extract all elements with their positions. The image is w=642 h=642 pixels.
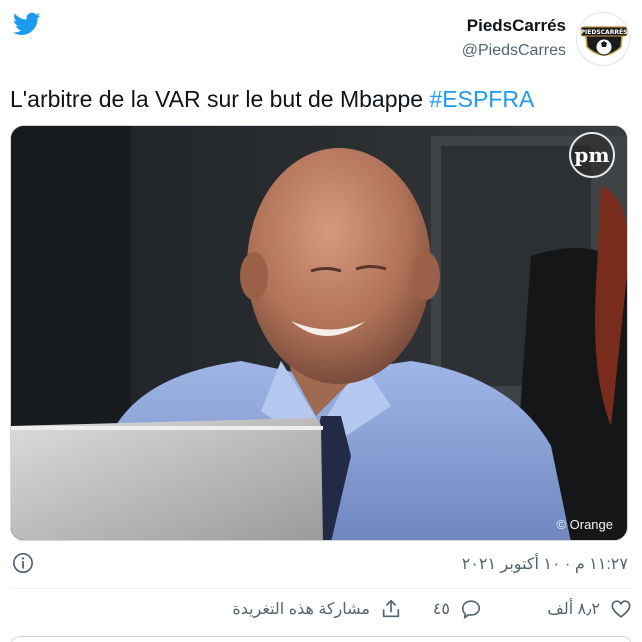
reply-bubble-icon: [461, 600, 481, 619]
like-count: ٨٫٢ ألف: [547, 601, 600, 618]
avatar[interactable]: PIEDSCARRÉS: [576, 12, 630, 66]
account-info[interactable]: PiedsCarrés @PiedsCarres: [462, 16, 566, 62]
meta-row: ١١:٢٧ م · ١٠ أكتوبر ٢٠٢١: [12, 552, 628, 576]
like-button[interactable]: ٨٫٢ ألف: [547, 598, 632, 620]
svg-text:PIEDSCARRÉS: PIEDSCARRÉS: [581, 28, 628, 36]
share-icon: [382, 599, 400, 618]
heart-icon: [611, 600, 631, 618]
media-image: [11, 126, 627, 540]
reply-button[interactable]: ٤٥: [433, 598, 482, 620]
pm-logo: pm: [569, 132, 615, 178]
tweet-text: L'arbitre de la VAR sur le but de Mbappe…: [10, 84, 534, 114]
info-icon[interactable]: [12, 552, 34, 574]
share-button[interactable]: مشاركة هذه التغريدة: [232, 598, 402, 620]
media-watermark: © Orange: [556, 517, 613, 532]
tweet-timestamp[interactable]: ١١:٢٧ م · ١٠ أكتوبر ٢٠٢١: [462, 554, 628, 574]
share-label: مشاركة هذه التغريدة: [232, 601, 370, 618]
reply-count: ٤٥: [432, 601, 450, 618]
next-card-edge: [10, 636, 632, 642]
hashtag-link[interactable]: #ESPFRA: [429, 86, 534, 112]
divider: [10, 588, 632, 589]
piedscarres-logo: PIEDSCARRÉS: [580, 26, 628, 56]
display-name[interactable]: PiedsCarrés: [462, 16, 566, 36]
tweet-body: L'arbitre de la VAR sur le but de Mbappe: [10, 86, 430, 112]
twitter-bird-icon[interactable]: [12, 10, 42, 38]
tweet-actions: ٨٫٢ ألف ٤٥ مشاركة هذه التغريدة: [10, 598, 632, 626]
account-handle[interactable]: @PiedsCarres: [462, 40, 566, 62]
tweet-media[interactable]: pm © Orange: [10, 125, 628, 541]
